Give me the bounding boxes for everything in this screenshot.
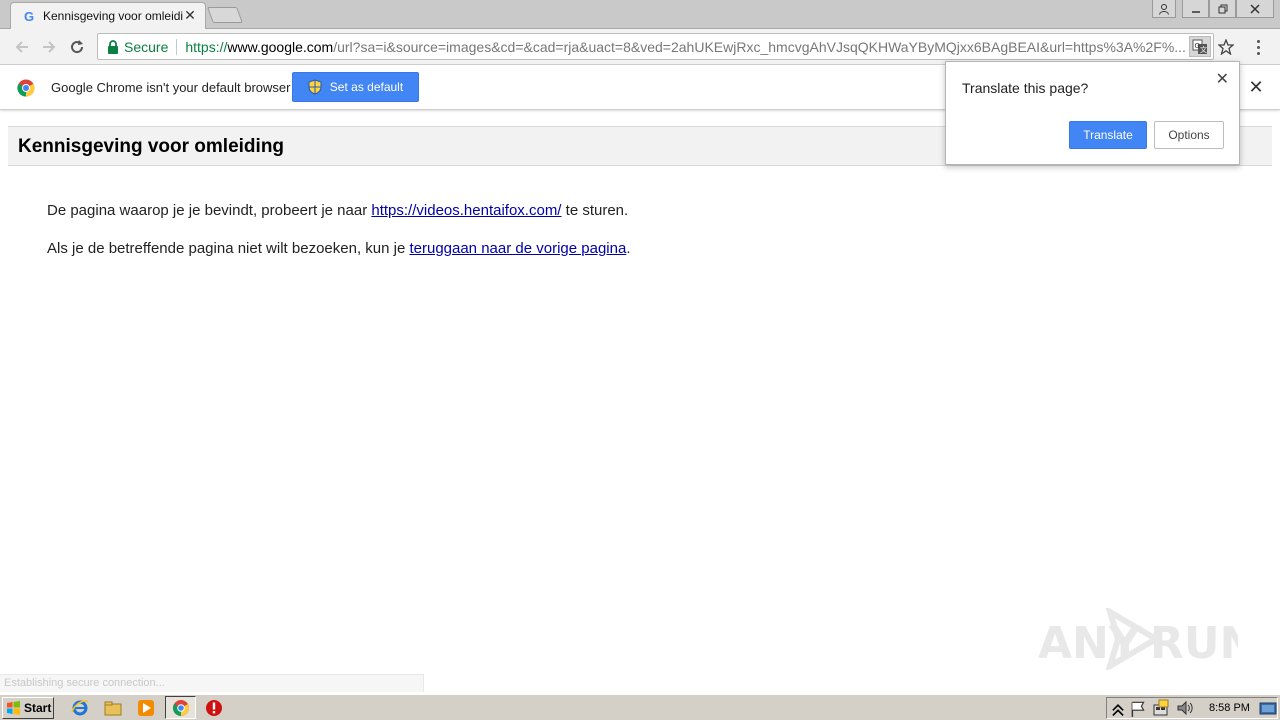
- profile-icon[interactable]: [1152, 0, 1176, 18]
- restore-button[interactable]: [1209, 0, 1236, 18]
- ie-icon[interactable]: [71, 699, 89, 717]
- infobar-message: Google Chrome isn't your default browser: [51, 80, 291, 95]
- browser-toolbar: Secure https:// www.google.com /url?sa=i…: [0, 29, 1280, 65]
- windows-flag-icon: [7, 701, 20, 715]
- watermark-text-left: ANY: [1038, 618, 1142, 669]
- translate-bubble-title: Translate this page?: [962, 80, 1089, 96]
- taskbar-clock[interactable]: 8:58 PM: [1209, 702, 1250, 714]
- tab-title: Kennisgeving voor omleiding: [43, 9, 183, 23]
- watermark-text-right: RUN: [1150, 618, 1238, 669]
- chrome-logo-icon: [17, 79, 35, 97]
- close-window-button[interactable]: [1236, 0, 1274, 18]
- network-icon[interactable]: [1152, 699, 1170, 717]
- start-label: Start: [24, 701, 52, 715]
- reload-button[interactable]: [66, 36, 88, 58]
- forward-arrow-icon: [43, 41, 56, 53]
- tab-close-icon[interactable]: ✕: [183, 9, 197, 23]
- antivirus-icon[interactable]: [205, 699, 223, 717]
- tray-expand-icon[interactable]: [1109, 700, 1127, 718]
- url-path: /url?sa=i&source=images&cd=&cad=rja&uact…: [333, 38, 1186, 55]
- page-title: Kennisgeving voor omleiding: [18, 136, 285, 157]
- minimize-button[interactable]: [1182, 0, 1209, 18]
- taskbar-chrome-button[interactable]: [165, 696, 196, 719]
- star-icon: [1218, 39, 1234, 55]
- start-button[interactable]: Start: [2, 697, 54, 719]
- browser-tab-active[interactable]: G Kennisgeving voor omleiding ✕: [10, 2, 206, 29]
- media-player-icon[interactable]: [137, 699, 155, 717]
- go-back-link[interactable]: teruggaan naar de vorige pagina: [409, 240, 626, 257]
- back-arrow-icon: [15, 41, 28, 53]
- explorer-folder-icon[interactable]: [104, 699, 122, 717]
- redirect-message: De pagina waarop je je bevindt, probeert…: [47, 202, 628, 219]
- tab-strip: G Kennisgeving voor omleiding ✕: [0, 0, 1280, 29]
- translate-page-button[interactable]: G 文: [1189, 36, 1211, 57]
- translate-bubble-close-icon[interactable]: ✕: [1216, 69, 1229, 88]
- translate-icon: G 文: [1192, 39, 1207, 54]
- bookmark-star-button[interactable]: [1216, 36, 1236, 58]
- chrome-menu-icon[interactable]: [1250, 37, 1266, 57]
- go-back-message: Als je de betreffende pagina niet wilt b…: [47, 240, 630, 257]
- reload-icon: [71, 40, 84, 54]
- redirect-text-start: De pagina waarop je je bevindt, probeert…: [47, 202, 372, 219]
- action-center-flag-icon[interactable]: [1129, 700, 1147, 718]
- secure-label: Secure: [124, 38, 169, 55]
- anyrun-watermark-logo: ANY RUN: [1038, 608, 1238, 670]
- show-desktop-icon[interactable]: [1259, 700, 1277, 718]
- url-scheme: https://: [185, 38, 228, 55]
- redirect-target-link[interactable]: https://videos.hentaifox.com/: [371, 202, 561, 219]
- translate-options-button[interactable]: Options: [1154, 121, 1224, 149]
- set-as-default-button[interactable]: Set as default: [292, 72, 419, 102]
- forward-button[interactable]: [38, 36, 60, 58]
- lock-icon: [108, 39, 118, 54]
- go-back-text-start: Als je de betreffende pagina niet wilt b…: [47, 240, 410, 257]
- status-bubble: Establishing secure connection...: [0, 674, 424, 692]
- svg-text:文: 文: [1200, 45, 1207, 54]
- translate-button[interactable]: Translate: [1069, 121, 1147, 149]
- redirect-text-end: te sturen.: [561, 202, 629, 219]
- url-host: www.google.com: [227, 38, 334, 55]
- set-as-default-label: Set as default: [329, 80, 404, 94]
- svg-text:G: G: [24, 9, 34, 23]
- infobar-close-icon[interactable]: ✕: [1247, 79, 1265, 97]
- windows-taskbar: Start 8:58 PM: [0, 694, 1280, 720]
- google-favicon-icon: G: [24, 9, 34, 23]
- new-tab-button[interactable]: [207, 7, 243, 23]
- chrome-icon: [173, 700, 189, 716]
- go-back-text-end: .: [626, 240, 631, 257]
- omnibox-divider: [176, 38, 178, 55]
- translate-bubble: Translate this page? ✕ Translate Options: [945, 61, 1240, 165]
- back-button[interactable]: [11, 36, 33, 58]
- address-bar[interactable]: Secure https:// www.google.com /url?sa=i…: [97, 33, 1214, 60]
- volume-icon[interactable]: [1176, 699, 1194, 717]
- uac-shield-icon: [308, 79, 322, 95]
